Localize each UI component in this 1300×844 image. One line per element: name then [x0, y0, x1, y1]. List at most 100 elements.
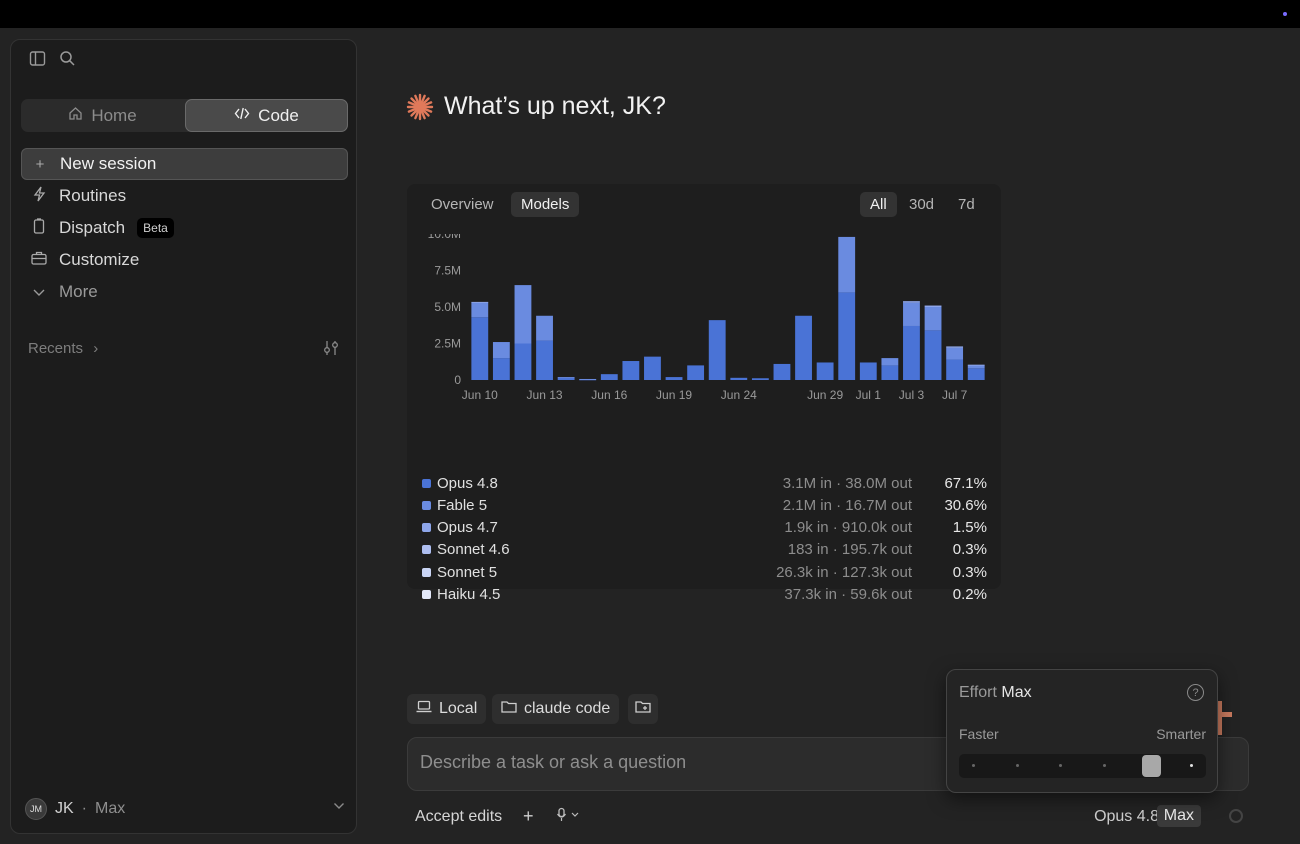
chart-bar-segment[interactable]	[838, 236, 856, 293]
folder-chip[interactable]: claude code	[492, 694, 620, 724]
prompt-input[interactable]	[420, 752, 940, 773]
chart-bar-segment[interactable]	[859, 362, 877, 380]
effort-slider-tick[interactable]	[1059, 764, 1062, 767]
chart-bar-segment[interactable]	[579, 378, 597, 380]
chart-bar-segment[interactable]	[665, 377, 683, 380]
chart-bar-segment[interactable]	[924, 307, 942, 331]
plus-icon: +	[35, 155, 45, 173]
legend-percent: 67.1%	[944, 474, 987, 492]
chart-bar-segment[interactable]	[687, 365, 705, 380]
effort-slider-tick[interactable]	[1103, 764, 1106, 767]
chart-bar-segment[interactable]	[773, 363, 791, 380]
chart-bar-segment[interactable]	[600, 374, 618, 380]
chart-bar-segment[interactable]	[795, 315, 812, 380]
range-30d[interactable]: 30d	[899, 192, 944, 217]
help-icon[interactable]: ?	[1187, 684, 1204, 701]
sidebar-toggle-icon[interactable]	[29, 50, 46, 71]
chart-bar-segment[interactable]	[471, 302, 489, 318]
chart-bar-segment[interactable]	[557, 377, 575, 379]
legend-swatch	[422, 545, 431, 555]
accept-edits-button[interactable]: Accept edits	[415, 808, 502, 826]
model-selector[interactable]: Opus 4.8	[1094, 808, 1159, 826]
effort-min-label: Faster	[959, 726, 999, 742]
chart-bar-segment[interactable]	[924, 330, 942, 380]
chart-bar-segment[interactable]	[536, 315, 553, 341]
tab-code[interactable]: Code	[185, 99, 348, 132]
add-attachment-icon[interactable]: +	[523, 806, 534, 827]
chart-bar-segment[interactable]	[903, 301, 920, 303]
chart-bar-segment[interactable]	[967, 364, 985, 366]
legend-percent: 0.3%	[952, 563, 987, 581]
legend-model-name: Sonnet 4.6	[437, 541, 510, 559]
add-folder-button[interactable]	[628, 694, 658, 724]
x-tick-label: Jul 7	[942, 388, 968, 402]
folder-plus-icon	[635, 700, 651, 718]
chart-bar-segment[interactable]	[967, 365, 985, 369]
chart-bar-segment[interactable]	[644, 356, 661, 380]
chart-bar-segment[interactable]	[730, 377, 748, 380]
y-tick-label: 7.5M	[434, 264, 461, 278]
legend-swatch	[422, 523, 431, 533]
legend-row: Opus 4.7 1.9k in · 910.0k out 1.5%	[422, 517, 987, 539]
tab-home[interactable]: Home	[21, 99, 184, 132]
legend-row: Sonnet 5 26.3k in · 127.3k out 0.3%	[422, 561, 987, 583]
chart-bar-segment[interactable]	[924, 305, 942, 307]
chart-bar-segment[interactable]	[471, 317, 489, 380]
effort-slider-tick[interactable]	[1016, 764, 1019, 767]
effort-slider-thumb[interactable]	[1142, 755, 1161, 777]
local-chip[interactable]: Local	[407, 694, 487, 724]
x-tick-label: Jun 16	[591, 388, 627, 402]
y-tick-label: 5.0M	[434, 300, 461, 314]
chart-bar-segment[interactable]	[967, 368, 985, 380]
tab-models[interactable]: Models	[511, 192, 580, 217]
legend-model-name: Opus 4.7	[437, 519, 498, 537]
send-button-edge-icon	[1216, 701, 1232, 735]
filter-sliders-icon[interactable]	[322, 340, 340, 360]
sidebar-item-label: More	[59, 282, 98, 301]
chart-bar-segment[interactable]	[881, 365, 899, 380]
effort-slider-tick[interactable]	[1190, 764, 1193, 767]
microphone-icon[interactable]	[555, 807, 581, 826]
chart-bar-segment[interactable]	[708, 320, 726, 380]
effort-slider-tick[interactable]	[972, 764, 975, 767]
chart-bar-segment[interactable]	[946, 359, 964, 380]
recents-header[interactable]: Recents ›	[28, 340, 98, 357]
sidebar-item-dispatch[interactable]: Dispatch Beta	[21, 212, 348, 244]
recents-label: Recents	[28, 340, 84, 357]
effort-slider[interactable]	[959, 754, 1206, 778]
sidebar-item-more[interactable]: More	[21, 276, 348, 308]
chart-bar-segment[interactable]	[946, 347, 964, 360]
search-icon[interactable]	[59, 50, 76, 71]
tab-overview[interactable]: Overview	[421, 192, 504, 217]
chart-bar-segment[interactable]	[903, 325, 920, 380]
local-chip-label: Local	[439, 700, 478, 717]
effort-label: Effort	[959, 684, 997, 701]
sidebar-item-new-session[interactable]: + New session	[21, 148, 348, 180]
chart-bar-segment[interactable]	[557, 377, 575, 380]
chart-bar-segment[interactable]	[492, 358, 510, 380]
chart-bar-segment[interactable]	[536, 340, 553, 380]
sidebar-item-label: New session	[60, 154, 157, 173]
user-menu[interactable]: JM JK · Max	[25, 795, 345, 823]
effort-pill[interactable]: Max	[1156, 805, 1201, 827]
chart-bar-segment[interactable]	[492, 342, 510, 359]
chart-bar-segment[interactable]	[751, 378, 769, 380]
range-7d[interactable]: 7d	[948, 192, 985, 217]
x-tick-label: Jun 29	[807, 388, 843, 402]
chart-bar-segment[interactable]	[514, 343, 532, 381]
range-all[interactable]: All	[860, 192, 897, 217]
chart-bar-segment[interactable]	[816, 362, 834, 380]
chart-bar-segment[interactable]	[946, 346, 964, 348]
sidebar-item-routines[interactable]: Routines	[21, 180, 348, 212]
chart-bar-segment[interactable]	[903, 302, 920, 326]
avatar: JM	[25, 798, 47, 820]
chart-bar-segment[interactable]	[881, 358, 899, 366]
chart-bar-segment[interactable]	[514, 285, 532, 344]
claude-spark-icon	[406, 93, 434, 120]
chart-bar-segment[interactable]	[838, 292, 856, 380]
x-tick-label: Jun 19	[656, 388, 692, 402]
chart-bar-segment[interactable]	[471, 301, 489, 303]
sidebar-item-customize[interactable]: Customize	[21, 244, 348, 276]
chart-bar-segment[interactable]	[622, 361, 640, 380]
home-icon	[68, 106, 83, 126]
